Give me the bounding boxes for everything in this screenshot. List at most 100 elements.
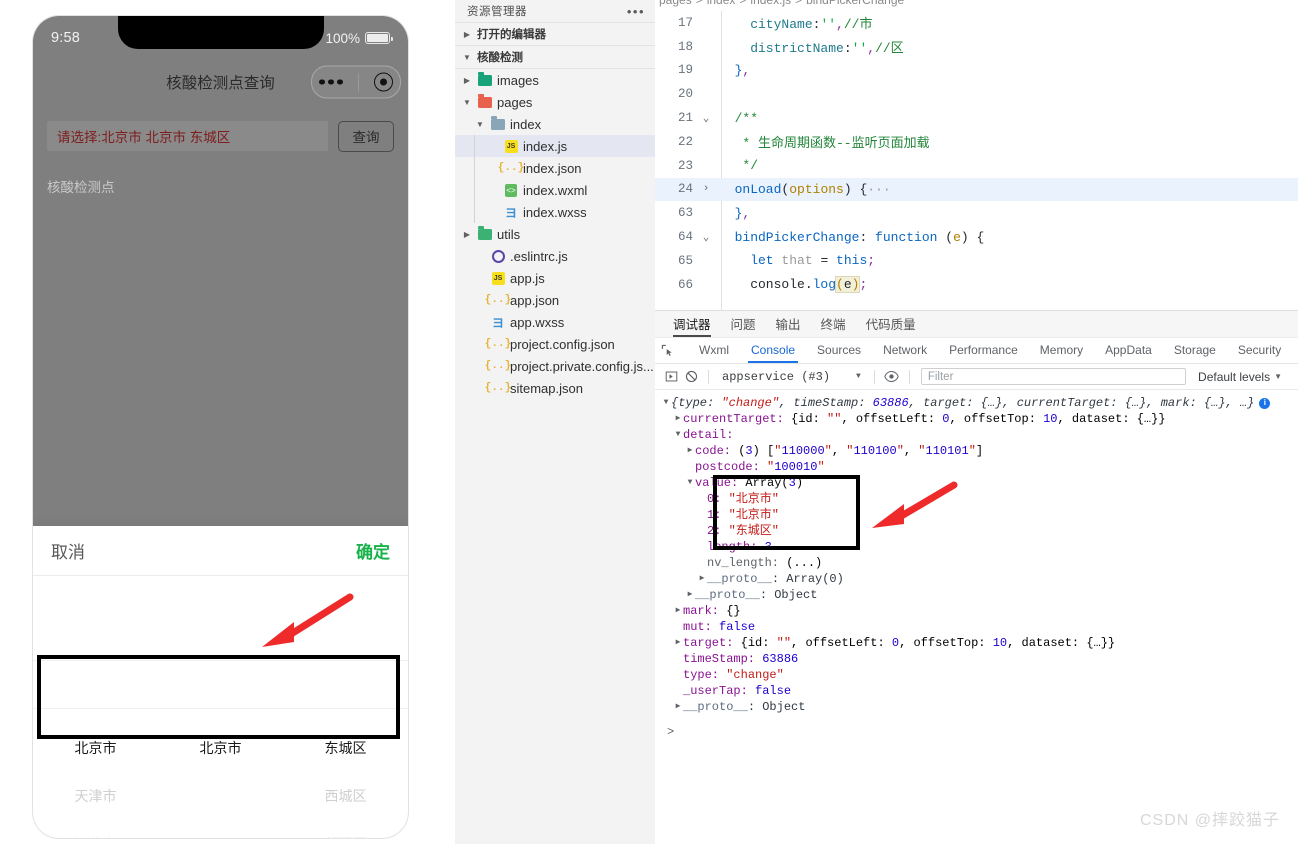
tree-folder[interactable]: ▶images xyxy=(455,69,655,91)
picker-option[interactable]: 西城区 xyxy=(283,772,408,820)
info-icon[interactable]: i xyxy=(1259,398,1270,409)
tree-file[interactable]: ヨapp.wxss xyxy=(455,311,655,333)
disclosure-closed-icon[interactable]: ▶ xyxy=(673,699,683,715)
breadcrumb-item[interactable]: index.js xyxy=(750,0,791,7)
code-line[interactable]: 18 districtName:'',//区 xyxy=(655,35,1298,59)
console-row[interactable]: ▶mark: {} xyxy=(655,603,1298,619)
console-row[interactable]: type: "change" xyxy=(655,667,1298,683)
disclosure-open-icon[interactable]: ▼ xyxy=(673,427,683,443)
region-picker-field[interactable]: 请选择:北京市 北京市 东城区 xyxy=(47,121,328,151)
tree-file[interactable]: {..}app.json xyxy=(455,289,655,311)
picker-confirm-button[interactable]: 确定 xyxy=(356,538,390,563)
breadcrumb-item[interactable]: pages xyxy=(659,0,692,7)
console-row[interactable]: timeStamp: 63886 xyxy=(655,651,1298,667)
disclosure-closed-icon[interactable]: ▶ xyxy=(685,443,695,459)
console-row[interactable]: 1: "北京市" xyxy=(655,507,1298,523)
code-line[interactable]: 21⌄ /** xyxy=(655,106,1298,130)
tree-file[interactable]: ヨindex.wxss xyxy=(455,201,655,223)
tree-file[interactable]: {..}sitemap.json xyxy=(455,377,655,399)
console-row[interactable]: ▶target: {id: "", offsetLeft: 0, offsetT… xyxy=(655,635,1298,651)
devtools-tab-storage[interactable]: Storage xyxy=(1163,338,1227,363)
code-line[interactable]: 24› onLoad(options) {··· xyxy=(655,178,1298,202)
clear-console-icon[interactable] xyxy=(681,368,701,386)
tree-folder[interactable]: ▶utils xyxy=(455,223,655,245)
devtools-tab-appdata[interactable]: AppData xyxy=(1094,338,1163,363)
console-row[interactable]: 0: "北京市" xyxy=(655,491,1298,507)
picker-option[interactable]: 河北省 xyxy=(33,820,158,838)
console-row[interactable]: ▶__proto__: Array(0) xyxy=(655,571,1298,587)
code-line[interactable]: 65 let that = this; xyxy=(655,249,1298,273)
picker-option[interactable] xyxy=(283,676,408,724)
tree-file[interactable]: JSapp.js xyxy=(455,267,655,289)
console-row[interactable]: ▼detail: xyxy=(655,427,1298,443)
disclosure-closed-icon[interactable]: ▶ xyxy=(673,603,683,619)
picker-option[interactable] xyxy=(158,820,283,838)
execute-snippet-icon[interactable] xyxy=(661,368,681,386)
breadcrumb[interactable]: pages > index > index.js > bindPickerCha… xyxy=(655,0,1298,11)
picker-option[interactable]: 天津市 xyxy=(33,772,158,820)
breadcrumb-item[interactable]: bindPickerChange xyxy=(806,0,904,7)
tree-file[interactable]: {..}project.private.config.js... xyxy=(455,355,655,377)
devtools-tab-wxml[interactable]: Wxml xyxy=(688,338,740,363)
target-circle-icon[interactable] xyxy=(374,73,393,92)
chevron-right-icon[interactable]: ▶ xyxy=(461,230,473,239)
console-row[interactable]: mut: false xyxy=(655,619,1298,635)
chevron-down-icon[interactable]: ▼ xyxy=(1274,372,1282,381)
breadcrumb-item[interactable]: index xyxy=(707,0,736,7)
devtools-panel-tab-终端[interactable]: 终端 xyxy=(821,314,846,337)
chevron-down-icon[interactable]: ▼ xyxy=(461,53,473,62)
devtools-tab-console[interactable]: Console xyxy=(740,338,806,363)
tree-file[interactable]: .eslintrc.js xyxy=(455,245,655,267)
code-line[interactable]: 19 }, xyxy=(655,59,1298,83)
tree-folder[interactable]: ▼pages xyxy=(455,91,655,113)
console-filter-input[interactable]: Filter xyxy=(921,368,1186,385)
console-context-selector[interactable]: appservice (#3) ▼ xyxy=(716,370,867,384)
wechat-capsule[interactable] xyxy=(311,66,401,99)
console-row[interactable]: ▶__proto__: Object xyxy=(655,699,1298,715)
console-row[interactable]: ▶code: (3) ["110000", "110100", "110101"… xyxy=(655,443,1298,459)
devtools-tab-security[interactable]: Security xyxy=(1227,338,1292,363)
ellipsis-icon[interactable]: ••• xyxy=(627,4,645,19)
console-levels-selector[interactable]: Default levels ▼ xyxy=(1198,370,1292,384)
chevron-down-icon[interactable]: ▼ xyxy=(474,120,486,129)
query-button[interactable]: 查询 xyxy=(338,121,394,152)
console-output[interactable]: ▼{type: "change", timeStamp: 63886, targ… xyxy=(655,390,1298,845)
code-area[interactable]: 17 cityName:'',//市18 districtName:'',//区… xyxy=(655,11,1298,310)
console-row[interactable]: ▼{type: "change", timeStamp: 63886, targ… xyxy=(655,395,1298,411)
code-line[interactable]: 20 xyxy=(655,82,1298,106)
code-line[interactable]: 17 cityName:'',//市 xyxy=(655,11,1298,35)
picker-option[interactable]: 朝阳区 xyxy=(283,820,408,838)
disclosure-closed-icon[interactable]: ▶ xyxy=(673,411,683,427)
devtools-tab-network[interactable]: Network xyxy=(872,338,938,363)
console-row[interactable]: postcode: "100010" xyxy=(655,459,1298,475)
tree-folder[interactable]: ▼index xyxy=(455,113,655,135)
disclosure-open-icon[interactable]: ▼ xyxy=(661,395,671,411)
picker-option[interactable] xyxy=(33,676,158,724)
devtools-panel-tab-代码质量[interactable]: 代码质量 xyxy=(866,314,916,337)
disclosure-open-icon[interactable]: ▼ xyxy=(685,475,695,491)
devtools-tab-sources[interactable]: Sources xyxy=(806,338,872,363)
picker-option-selected[interactable]: 北京市 xyxy=(158,724,283,772)
tree-file[interactable]: {..}project.config.json xyxy=(455,333,655,355)
console-row[interactable]: ▶currentTarget: {id: "", offsetLeft: 0, … xyxy=(655,411,1298,427)
chevron-down-icon[interactable]: ▼ xyxy=(856,372,861,381)
section-open-editors[interactable]: ▶ 打开的编辑器 xyxy=(455,22,655,45)
code-line[interactable]: 63 }, xyxy=(655,201,1298,225)
fold-collapsed-icon[interactable]: › xyxy=(697,183,715,195)
devtools-tab-performance[interactable]: Performance xyxy=(938,338,1029,363)
console-row[interactable]: ▶__proto__: Object xyxy=(655,587,1298,603)
code-line[interactable]: 66 console.log(e); xyxy=(655,273,1298,297)
code-line[interactable]: 64⌄ bindPickerChange: function (e) { xyxy=(655,225,1298,249)
devtools-panel-tab-输出[interactable]: 输出 xyxy=(776,314,801,337)
fold-expanded-icon[interactable]: ⌄ xyxy=(697,111,715,125)
picker-body[interactable]: 北京市 天津市 河北省 北京市 xyxy=(33,576,408,838)
picker-option[interactable] xyxy=(158,676,283,724)
chevron-right-icon[interactable]: ▶ xyxy=(461,30,473,39)
tree-file[interactable]: JSindex.js xyxy=(455,135,655,157)
disclosure-closed-icon[interactable]: ▶ xyxy=(697,571,707,587)
console-row[interactable]: length: 3 xyxy=(655,539,1298,555)
picker-option[interactable] xyxy=(158,772,283,820)
disclosure-closed-icon[interactable]: ▶ xyxy=(673,635,683,651)
console-row[interactable]: nv_length: (...) xyxy=(655,555,1298,571)
inspect-element-icon[interactable] xyxy=(661,343,674,359)
